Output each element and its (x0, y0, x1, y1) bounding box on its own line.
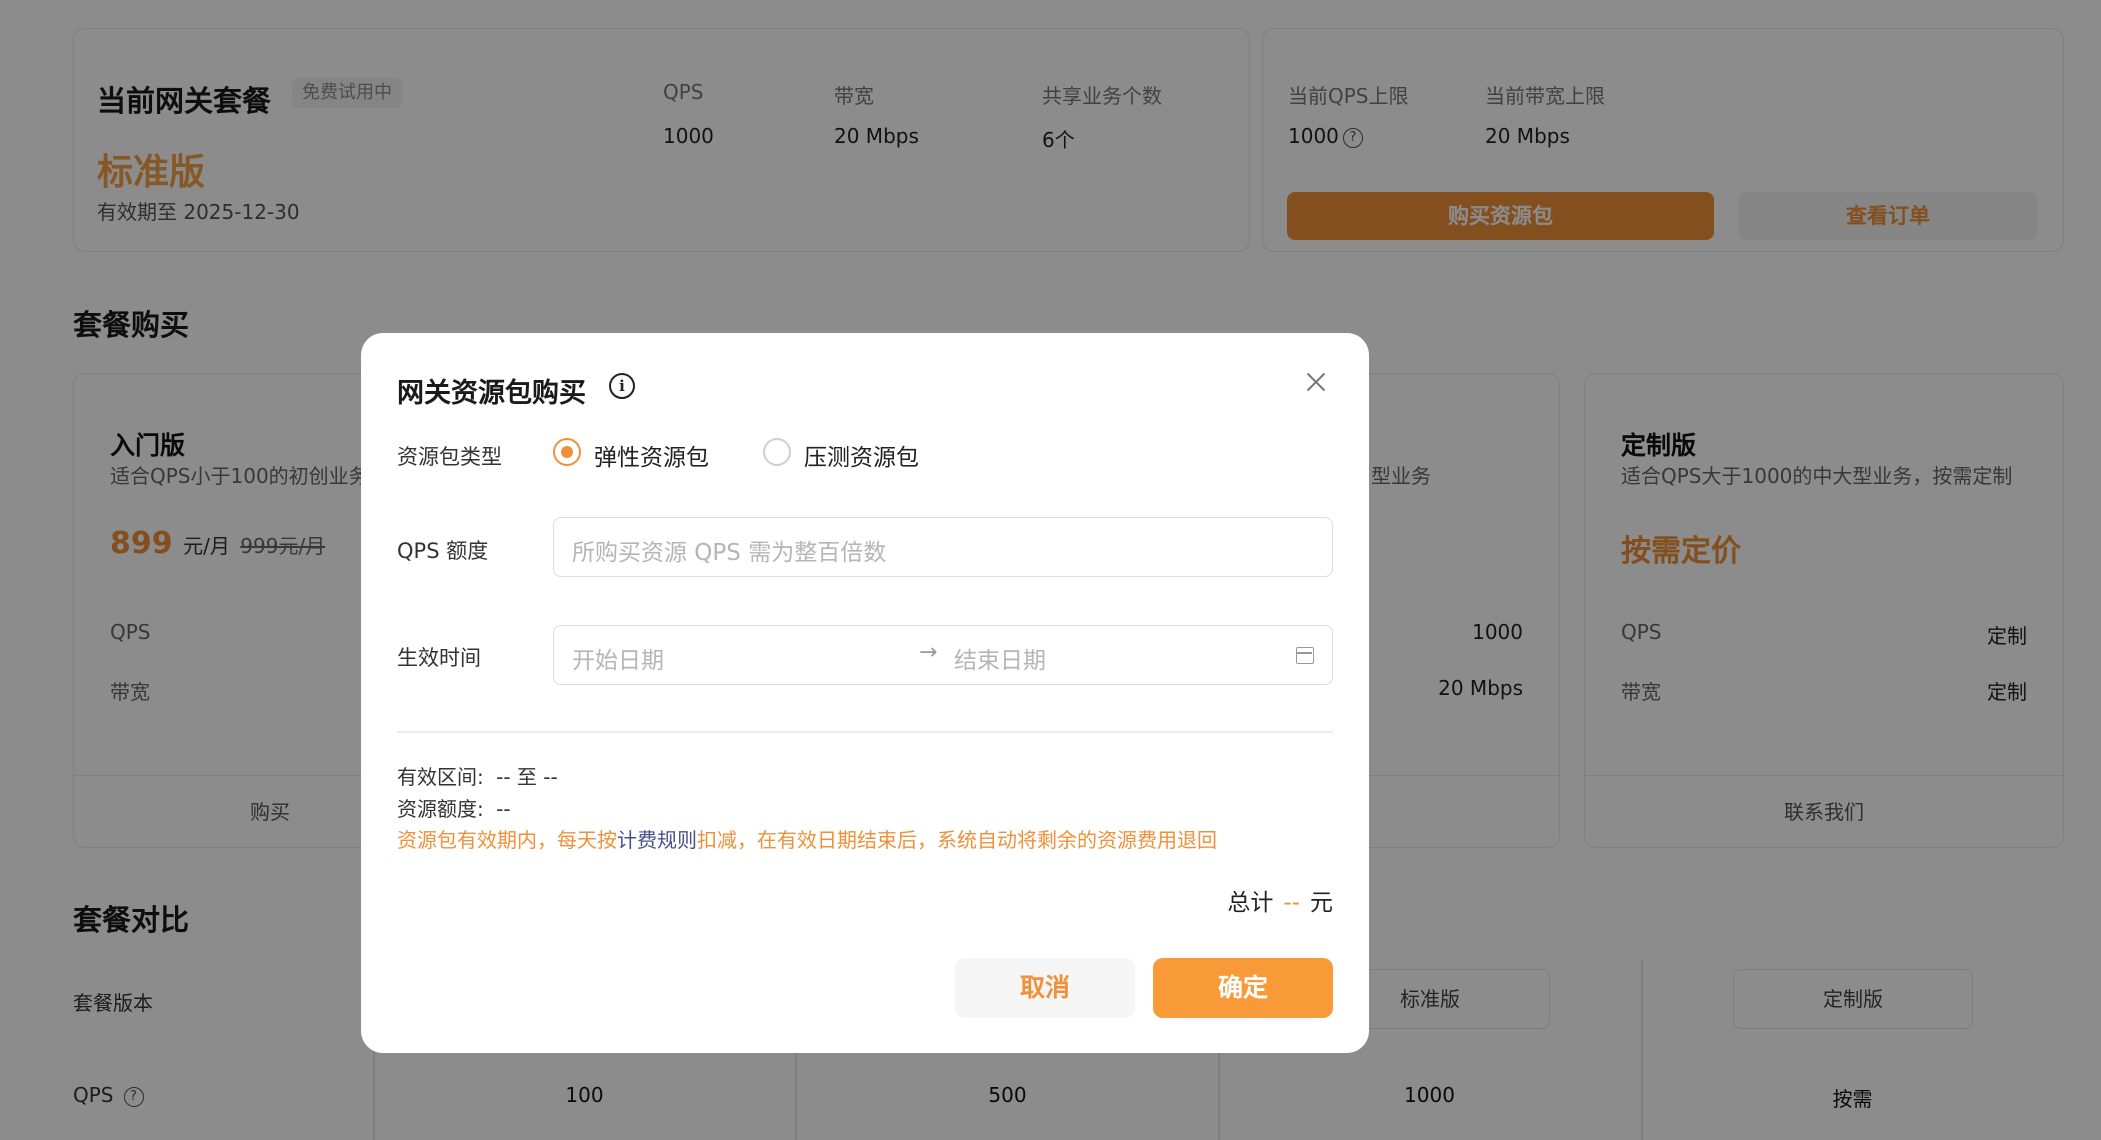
qps-quota-label: QPS 额度 (397, 539, 489, 563)
total-price: 总计 -- 元 (1227, 883, 1333, 917)
billing-notice: 资源包有效期内，每天按计费规则扣减，在有效日期结束后，系统自动将剩余的资源费用退… (397, 824, 1217, 853)
date-range-picker[interactable]: 开始日期 → 结束日期 (553, 625, 1333, 685)
quota-row: 资源额度: -- (397, 793, 511, 822)
info-icon[interactable]: i (609, 373, 635, 399)
notice-suffix: 扣减，在有效日期结束后，系统自动将剩余的资源费用退回 (697, 828, 1217, 852)
radio-stress-label[interactable]: 压测资源包 (804, 438, 919, 472)
calendar-icon[interactable] (1296, 647, 1314, 664)
total-label: 总计 (1227, 890, 1274, 916)
end-date-placeholder[interactable]: 结束日期 (954, 641, 1046, 675)
radio-elastic-pack[interactable] (553, 438, 581, 466)
notice-prefix: 资源包有效期内，每天按 (397, 828, 617, 852)
confirm-button[interactable]: 确定 (1153, 958, 1333, 1018)
total-unit: 元 (1310, 890, 1333, 916)
resource-pack-dialog: 网关资源包购买 i 资源包类型 弹性资源包 压测资源包 QPS 额度 所购买资源… (361, 333, 1369, 1053)
qps-quota-input[interactable]: 所购买资源 QPS 需为整百倍数 (553, 517, 1333, 577)
close-icon[interactable] (1301, 367, 1331, 397)
quota-value: -- (496, 797, 511, 821)
effective-time-label: 生效时间 (397, 646, 481, 670)
billing-rule-link[interactable]: 计费规则 (617, 828, 697, 852)
radio-elastic-label[interactable]: 弹性资源包 (594, 438, 709, 472)
valid-range-label: 有效区间: (397, 765, 484, 789)
qps-quota-placeholder: 所购买资源 QPS 需为整百倍数 (572, 540, 887, 566)
valid-range-value: -- 至 -- (496, 765, 558, 789)
radio-stress-pack[interactable] (763, 438, 791, 466)
dialog-divider (397, 731, 1333, 733)
valid-range-row: 有效区间: -- 至 -- (397, 761, 558, 790)
total-amount: -- (1283, 890, 1300, 916)
cancel-button[interactable]: 取消 (955, 958, 1135, 1018)
dialog-title: 网关资源包购买 (397, 378, 586, 409)
quota-label: 资源额度: (397, 797, 484, 821)
arrow-right-icon: → (919, 640, 938, 665)
pack-type-label: 资源包类型 (397, 445, 502, 469)
start-date-placeholder[interactable]: 开始日期 (572, 641, 664, 675)
